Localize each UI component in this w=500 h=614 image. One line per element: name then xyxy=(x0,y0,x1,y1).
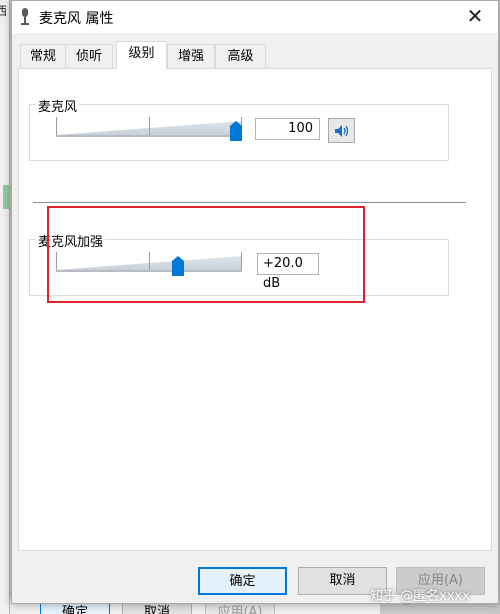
separator-line xyxy=(33,202,466,203)
background-green-mark xyxy=(3,185,9,209)
slider-tick xyxy=(56,117,57,135)
microphone-properties-dialog: 麦克风 属性 ✕ 常规 侦听 级别 增强 高级 麦克风 100 麦克风加强 +2… xyxy=(11,0,499,604)
microphone-value: 100 xyxy=(288,121,313,136)
close-button[interactable]: ✕ xyxy=(452,1,498,33)
microphone-slider[interactable] xyxy=(56,115,242,143)
ok-label: 确定 xyxy=(229,574,256,589)
tab-levels[interactable]: 级别 xyxy=(116,41,167,69)
ok-button[interactable]: 确定 xyxy=(198,567,287,595)
cancel-label: 取消 xyxy=(329,573,356,588)
tab-advanced[interactable]: 高级 xyxy=(215,44,266,68)
microphone-icon xyxy=(21,8,29,25)
tab-label: 侦听 xyxy=(75,49,102,64)
tab-label: 增强 xyxy=(177,49,204,64)
microphone-slider-thumb[interactable] xyxy=(230,121,242,141)
background-window-char: 西 xyxy=(0,4,8,18)
mute-button[interactable] xyxy=(328,118,355,143)
microphone-label: 麦克风 xyxy=(36,96,80,115)
title-bar[interactable]: 麦克风 属性 ✕ xyxy=(12,1,498,33)
window-title: 麦克风 属性 xyxy=(39,11,114,27)
microphone-group: 麦克风 100 xyxy=(29,96,449,161)
slider-tick xyxy=(149,117,150,135)
tab-listen[interactable]: 侦听 xyxy=(65,44,113,68)
speaker-icon xyxy=(335,125,349,137)
tab-label: 常规 xyxy=(29,49,56,64)
watermark: 知乎 @匿名xxxx xyxy=(370,589,470,604)
close-icon: ✕ xyxy=(466,4,484,28)
background-window-edge: 西 xyxy=(0,0,10,614)
levels-panel: 麦克风 100 麦克风加强 +20.0 dB xyxy=(18,68,492,551)
tab-general[interactable]: 常规 xyxy=(20,44,66,68)
tab-enhancements[interactable]: 增强 xyxy=(167,44,215,68)
tab-label: 级别 xyxy=(128,46,155,61)
slider-track xyxy=(56,135,242,137)
tab-label: 高级 xyxy=(227,49,254,64)
microphone-value-field[interactable]: 100 xyxy=(255,118,320,140)
annotation-highlight-box xyxy=(47,206,365,303)
